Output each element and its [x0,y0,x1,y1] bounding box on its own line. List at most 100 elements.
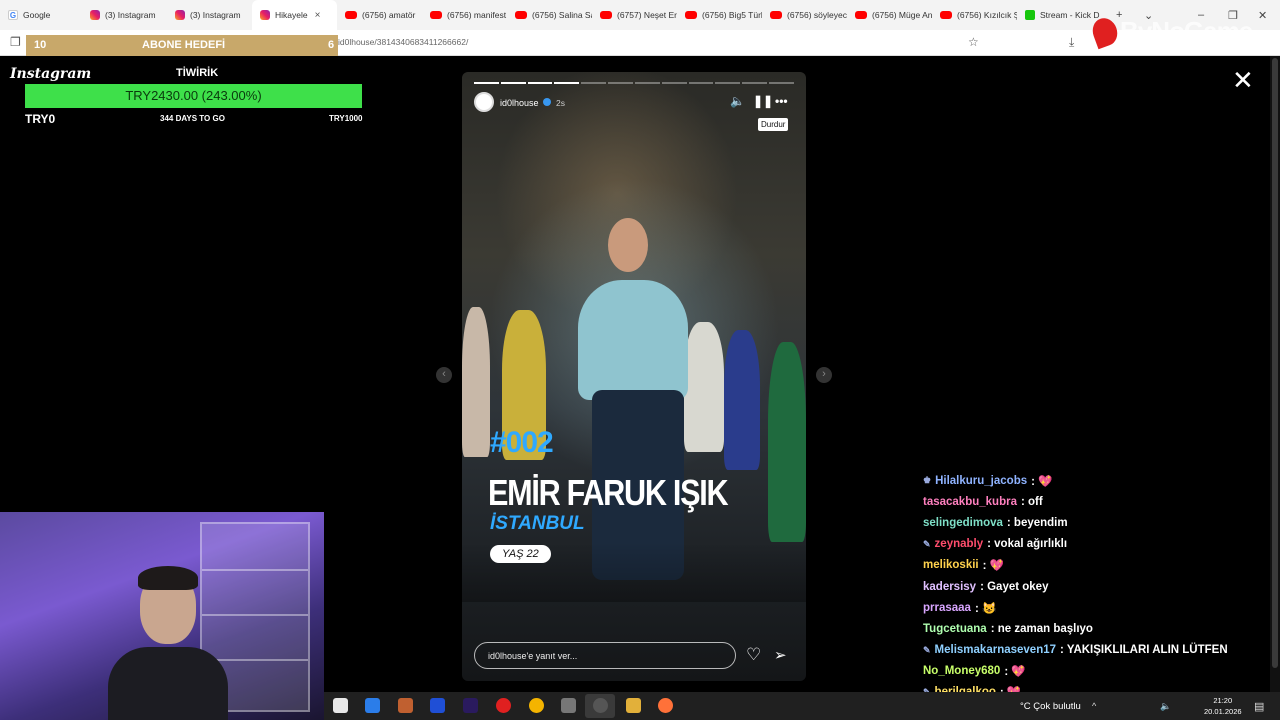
outlook-icon[interactable] [365,698,380,713]
contestant-name: EMİR FARUK IŞIK [488,472,729,513]
firefox-icon[interactable] [658,698,673,713]
story-avatar[interactable] [474,92,494,112]
chat-username[interactable]: zeynably [935,538,984,550]
more-options-icon[interactable]: ••• [775,94,788,108]
browser-tab[interactable]: (6757) Neşet Ert [592,0,677,30]
chat-message: ✎ Melismakarnaseven17: YAKIŞIKLILARI ALIN… [923,640,1268,661]
chat-text: : YAKIŞIKLILARI ALIN LÜTFEN [1060,644,1228,657]
main-dancer-shirt [578,280,688,400]
chat-username[interactable]: No_Money680 [923,665,1000,677]
streamer-hair [138,566,198,590]
contestant-number: #002 [490,426,554,459]
system-clock[interactable]: 21:20 20.01.2026 [1204,695,1242,717]
story-viewer[interactable]: id0lhouse 2s 🔈 ❚❚ ••• #002 EMİR FARUK IŞ… [462,72,806,681]
obs-icon[interactable] [593,698,608,713]
chat-text: : 💖 [1031,475,1053,488]
background-dancer-5 [768,342,806,542]
speaker-icon[interactable]: 🔈 [1160,701,1171,712]
browser-tab[interactable]: (6756) Müge An [847,0,932,30]
browser-tab[interactable]: Hikayele × [252,0,337,30]
bookmark-star-icon[interactable]: ☆ [968,35,979,49]
sub-goal-left-value: 10 [34,39,47,51]
tab-label: (6756) amatör [362,10,416,20]
pause-icon[interactable]: ❚❚ [753,94,773,108]
sub-goal-right-value: 6 [328,39,335,51]
next-story-button[interactable]: › [816,367,832,383]
story-progress-segment [661,82,687,84]
tab-label: (6756) manifest [447,10,507,20]
app-icon-2[interactable] [561,698,576,713]
close-tab-icon[interactable]: × [315,10,321,21]
youtube-icon [600,11,612,19]
dropbox-icon[interactable] [430,698,445,713]
url-field[interactable]: id0lhouse/3814340683411266662/ [338,37,468,47]
browser-tab[interactable]: (6756) Big5 Türk [677,0,762,30]
chat-username[interactable]: selingedimova [923,517,1003,529]
scrollbar-thumb[interactable] [1272,58,1278,668]
page-scrollbar[interactable] [1270,56,1280,692]
browser-tab[interactable]: (6756) amatör [337,0,422,30]
app-icon[interactable] [398,698,413,713]
browser-tab[interactable]: (6756) söyleyec [762,0,847,30]
chat-username[interactable]: Tugcetuana [923,623,987,635]
browser-tab[interactable]: (6756) Salina Sa [507,0,592,30]
google-icon: G [8,10,18,20]
chat-message: Tugcetuana: ne zaman başlıyo [923,618,1268,639]
tab-label: Google [23,10,51,20]
chat-username[interactable]: kadersisy [923,581,976,593]
send-icon[interactable]: ➢ [774,646,787,664]
instagram-logo: Instagram [10,66,92,82]
opera-icon[interactable] [496,698,511,713]
notification-icon[interactable]: ▤ [1254,700,1264,713]
browser-tab[interactable]: (3) Instagram [167,0,252,30]
youtube-icon [345,11,357,19]
close-story-button[interactable]: ✕ [1232,66,1254,94]
story-progress-segment [715,82,741,84]
chat-username[interactable]: Melismakarnaseven17 [935,644,1056,656]
youtube-icon [515,11,527,19]
window-close-button[interactable]: ✕ [1258,0,1267,30]
browser-tab[interactable]: Stream - Kick D [1017,0,1102,30]
chat-username[interactable]: tasacakbu_kubra [923,496,1017,508]
browser-tab[interactable]: (6756) Kızılcık Ş [932,0,1017,30]
browser-tab[interactable]: (3) Instagram [82,0,167,30]
story-username[interactable]: id0lhouse [500,98,539,108]
clock-date: 20.01.2026 [1204,707,1242,716]
story-progress-segment [554,82,580,84]
browser-tab[interactable]: G Google [0,0,82,30]
chat-text: : Gayet okey [980,580,1049,593]
story-progress-segment [474,82,499,84]
tray-chevron-icon[interactable]: ^ [1092,701,1096,711]
file-explorer-icon[interactable] [626,698,641,713]
volume-icon[interactable]: 🔈 [730,94,745,108]
tab-label: Hikayele [275,10,308,20]
chat-username[interactable]: melikoskii [923,559,979,571]
browser-tab[interactable]: (6756) manifest [422,0,507,30]
story-progress-segment [688,82,714,84]
background-dancer-1 [462,307,490,457]
tab-label: (6756) Müge An [872,10,932,20]
chat-username[interactable]: prrasaaa [923,602,971,614]
story-progress-segment [769,82,794,84]
weather-widget[interactable]: °C Çok bulutlu [1020,701,1081,712]
story-progress-segment [527,82,553,84]
story-timestamp: 2s [556,98,565,108]
tab-actions-icon[interactable]: ❐ [10,35,21,49]
previous-story-button[interactable]: ‹ [436,367,452,383]
story-reply-input[interactable]: id0lhouse'e yanıt ver... [474,642,736,669]
chrome-icon[interactable] [529,698,544,713]
chat-message: prrasaaa: 😺 [923,597,1268,618]
download-icon[interactable]: ⤓ [1069,35,1074,50]
background-dancer-3 [684,322,724,452]
like-heart-icon[interactable]: ♡ [746,645,761,665]
story-progress-segment [742,82,768,84]
chat-message: tasacakbu_kubra: off [923,491,1268,512]
premiere-icon[interactable] [463,698,478,713]
clock-time: 21:20 [1213,696,1233,705]
chat-username[interactable]: Hilalkuru_jacobs [935,475,1027,487]
browser-tab-strip: G Google (3) Instagram (3) Instagram Hikayel… [0,0,1280,30]
story-progress-segment [500,82,526,84]
start-icon[interactable] [333,698,348,713]
streamer-body [108,647,228,720]
youtube-icon [770,11,782,19]
